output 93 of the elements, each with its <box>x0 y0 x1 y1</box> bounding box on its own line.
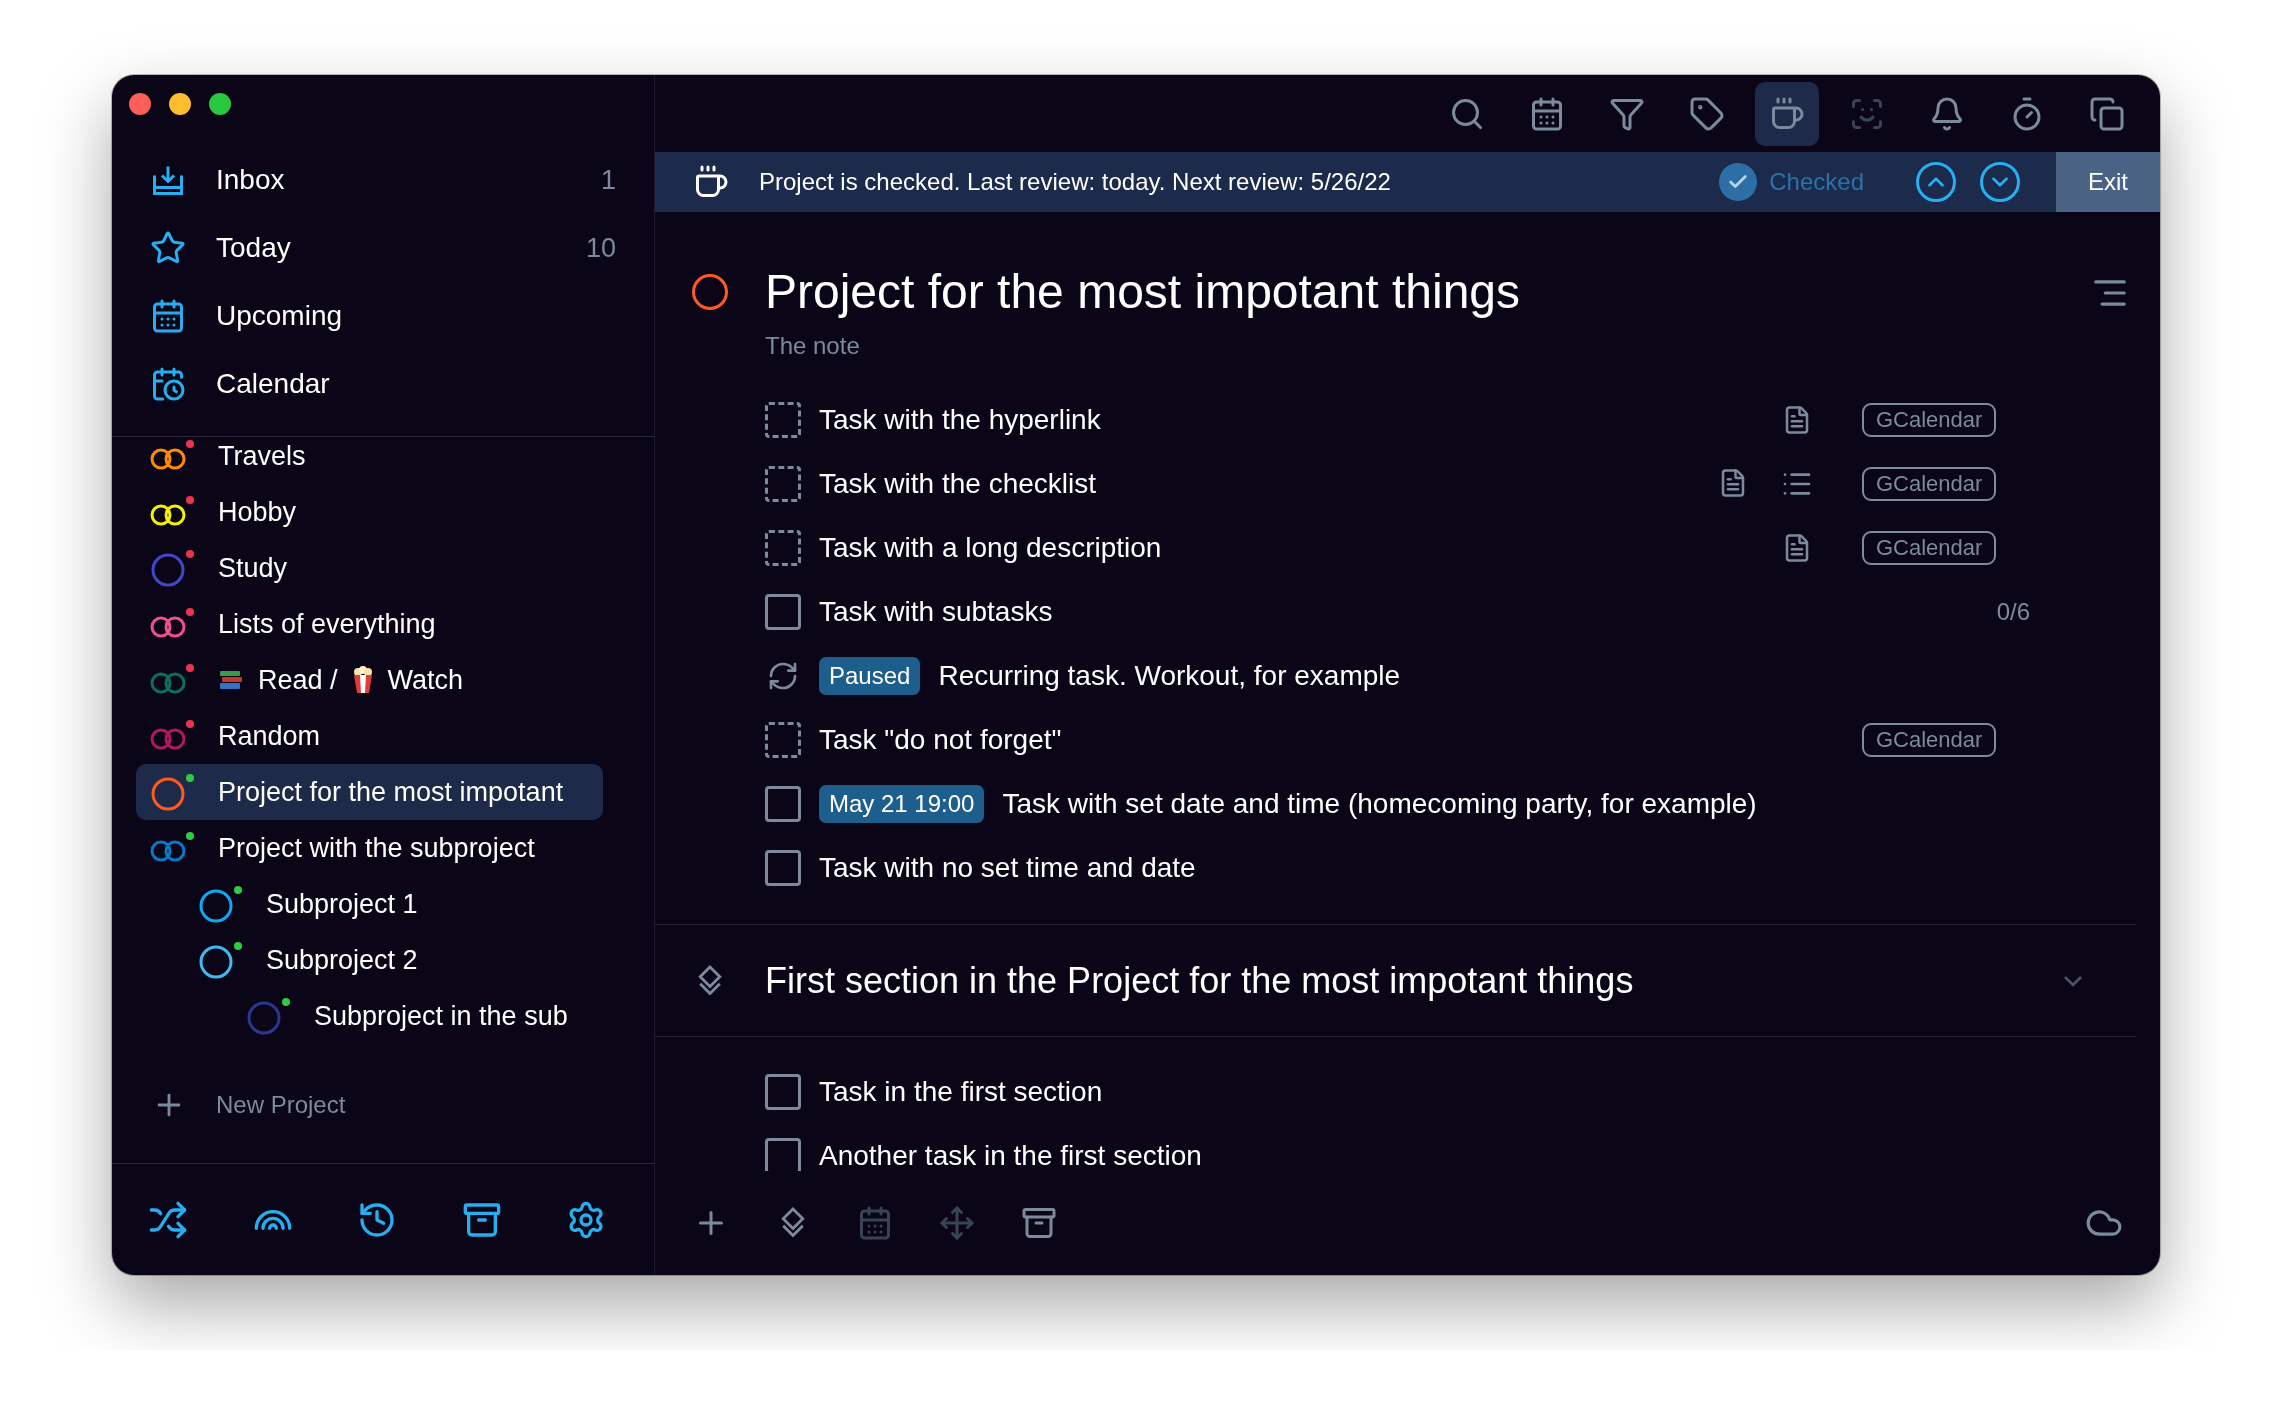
event-checkbox[interactable] <box>765 722 801 758</box>
task-checkbox[interactable] <box>765 1138 801 1171</box>
task-title: Task with the hyperlink <box>819 404 1102 436</box>
calendar-icon <box>150 298 186 334</box>
project-item[interactable]: Hobby <box>136 484 603 540</box>
move-icon <box>939 1205 975 1241</box>
nav-label: Upcoming <box>216 300 344 332</box>
calendar-clock-icon <box>150 366 186 402</box>
tag-icon <box>1689 95 1725 132</box>
settings-icon <box>566 1199 606 1240</box>
cup-icon <box>1769 95 1805 132</box>
task-checkbox[interactable] <box>765 850 801 886</box>
nav-count: 10 <box>585 232 616 264</box>
new-project-button[interactable]: New Project <box>112 1077 654 1133</box>
archive-icon <box>1021 1205 1057 1241</box>
project-note: The note <box>765 332 861 360</box>
section-icon <box>779 1206 807 1240</box>
calendar-tag: GCalendar <box>1862 467 1997 501</box>
project-item[interactable]: Read / Watch <box>136 652 603 708</box>
shuffle-icon <box>148 1199 188 1240</box>
previous-button[interactable] <box>1916 162 1956 202</box>
project-name: Random <box>218 720 321 752</box>
task-checkbox[interactable] <box>765 786 801 822</box>
project-item[interactable]: Project for the most impotant <box>136 764 603 820</box>
calendar-tag: GCalendar <box>1862 531 1997 565</box>
section-title: First section in the Project for the most impotant things <box>765 959 1635 1002</box>
books-icon <box>218 668 244 692</box>
project-circle-icon[interactable] <box>692 274 728 310</box>
project-item[interactable]: Random <box>136 708 603 764</box>
section-icon <box>696 963 724 998</box>
project-title: Project for the most impotant things <box>765 264 1521 320</box>
project-item[interactable]: Lists of everything <box>136 596 603 652</box>
project-name: Read / <box>258 664 338 696</box>
task-title: Task with subtasks <box>819 596 1054 628</box>
minimize-button[interactable] <box>169 93 191 115</box>
next-button[interactable] <box>1980 162 2020 202</box>
project-name: Subproject 2 <box>266 944 418 976</box>
project-item[interactable]: Study <box>136 540 603 596</box>
event-checkbox[interactable] <box>765 402 801 438</box>
nav-label: Today <box>216 232 292 264</box>
project-name: Subproject in the sub <box>314 1000 568 1032</box>
project-name: Project with the subproject <box>218 832 535 864</box>
nav-label: Inbox <box>216 164 286 196</box>
review-message: Project is checked. Last review: today. Next review: 5/26/22 <box>759 168 1392 196</box>
project-name: Watch <box>387 664 464 696</box>
project-item[interactable]: Subproject 1 <box>136 876 603 932</box>
cup-button[interactable] <box>1755 81 1819 146</box>
project-item[interactable]: Project with the subproject <box>136 820 603 876</box>
project-name: Subproject 1 <box>266 888 418 920</box>
event-checkbox[interactable] <box>765 466 801 502</box>
collapse-button[interactable] <box>2063 974 2083 987</box>
task-checkbox[interactable] <box>765 594 801 630</box>
task-title: Recurring task. Workout, for example <box>938 660 1402 692</box>
calendar-tag: GCalendar <box>1862 403 1997 437</box>
bell-icon <box>1929 95 1965 132</box>
task-title: Task with the checklist <box>819 468 1097 500</box>
close-button[interactable] <box>129 93 151 115</box>
nav-label: Calendar <box>216 368 331 400</box>
project-name: Project for the most impotant <box>218 776 564 808</box>
nav-item[interactable]: Upcoming <box>112 282 654 350</box>
task-badge: Paused <box>819 657 921 695</box>
task-title: Task "do not forget" <box>819 724 1063 756</box>
cup-icon <box>693 164 729 200</box>
task-badge: May 21 19:00 <box>819 785 985 823</box>
project-name: Hobby <box>218 496 297 528</box>
calendar-tag: GCalendar <box>1862 723 1997 757</box>
project-item[interactable]: Travels <box>136 428 603 484</box>
nav-item[interactable]: Today 10 <box>112 214 654 282</box>
repeat-icon <box>767 660 799 692</box>
star-icon <box>150 230 186 266</box>
project-item[interactable]: Subproject 2 <box>136 932 603 988</box>
nav-item[interactable]: Calendar <box>112 350 654 418</box>
project-name: Study <box>218 552 288 584</box>
zoom-button[interactable] <box>209 93 231 115</box>
calendar-icon <box>857 1205 893 1241</box>
task-title: Task with set date and time (homecoming party, for example) <box>1002 788 1757 820</box>
nav-count: 1 <box>600 164 616 196</box>
popcorn-icon <box>351 666 374 694</box>
project-item[interactable]: Subproject in the sub <box>136 988 603 1044</box>
task-checkbox[interactable] <box>765 1074 801 1110</box>
project-name: Lists of everything <box>218 608 436 640</box>
copy-icon <box>2089 95 2125 132</box>
task-title: Task in the first section <box>819 1076 1104 1108</box>
subtask-count: 0/6 <box>1996 598 2030 626</box>
task-title: Task with no set time and date <box>819 852 1197 884</box>
exit-button[interactable]: Exit <box>2056 152 2160 212</box>
task-title: Another task in the first section <box>819 1140 1203 1171</box>
event-checkbox[interactable] <box>765 530 801 566</box>
calendar-icon <box>1529 95 1565 132</box>
task-title: Task with a long description <box>819 532 1163 564</box>
nav-item[interactable]: Inbox 1 <box>112 146 654 214</box>
chevron-down-icon <box>2063 974 2083 987</box>
project-name: Travels <box>218 440 306 472</box>
